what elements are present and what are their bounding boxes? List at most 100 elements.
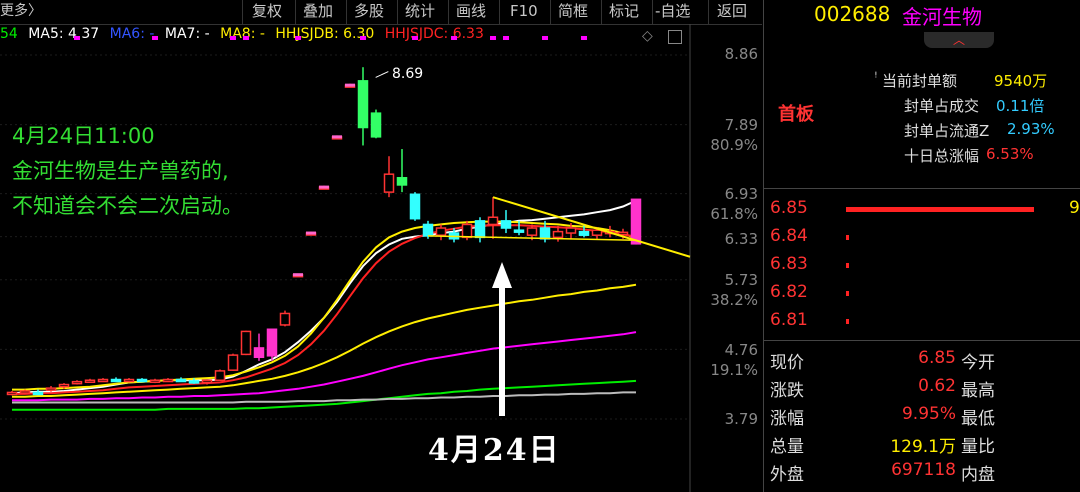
quote-label: 最高	[961, 381, 995, 401]
seal-amount-value: 9540万	[994, 72, 1048, 90]
candle-body	[474, 220, 486, 239]
candle-body	[279, 312, 291, 326]
signal-mark	[74, 36, 80, 40]
candle-body	[97, 378, 109, 383]
price-tick: 3.79	[724, 410, 758, 428]
collapse-chevron-icon[interactable]: ︿	[924, 32, 994, 48]
toolbar-separator	[601, 0, 602, 24]
ma-line-hhjsjdc	[12, 224, 637, 395]
high-pointer	[375, 70, 389, 78]
quote-label: 内盘	[961, 465, 995, 485]
more-button[interactable]: 更多〉	[0, 0, 42, 24]
quote-label: 涨跌	[770, 381, 804, 401]
seal-vs-float-value: 2.93%	[1007, 120, 1055, 138]
candle-body	[435, 227, 447, 236]
quote-label: 外盘	[770, 465, 804, 485]
candle-body	[552, 230, 564, 239]
toolbar-separator	[652, 0, 653, 24]
price-tick: 4.76	[724, 341, 758, 359]
candle-body	[565, 227, 577, 234]
quote-panel: 002688 金河生物 ︿ 首板 ꜝ 当前封单额 9540万 封单占成交 0.1…	[763, 0, 1080, 492]
quote-label: 最低	[961, 409, 995, 429]
candle-body	[19, 390, 31, 394]
seal-amount-label: 当前封单额	[882, 72, 958, 90]
quote-value: 697118	[891, 460, 956, 480]
price-tick: 5.73	[724, 271, 758, 289]
candle-body	[123, 378, 135, 383]
bid-price: 6.85	[770, 198, 808, 218]
multi-stock-button[interactable]: 多股	[354, 0, 384, 24]
high-marker-value: 8.69	[392, 66, 424, 82]
candle-body	[214, 370, 226, 381]
draw-line-button[interactable]: 画线	[456, 0, 486, 24]
toolbar-separator	[448, 0, 449, 24]
toolbar-separator	[499, 0, 500, 24]
candle-body	[370, 112, 382, 138]
candle-body	[253, 347, 265, 359]
candle-body	[71, 380, 83, 385]
bid-price: 6.83	[770, 254, 808, 274]
seal-vs-volume-value: 0.11倍	[996, 97, 1045, 115]
return-button[interactable]: 返回	[717, 0, 747, 24]
candle-body	[227, 354, 239, 371]
annotation-time: 4月24日11:00	[12, 124, 155, 148]
seal-vs-float-label: 封单占流通Z	[904, 122, 990, 140]
candle-body	[630, 198, 642, 245]
bid-volume-bar	[846, 291, 849, 296]
price-tick: 8.86	[724, 45, 758, 63]
bid-volume-bar	[846, 235, 849, 240]
candle-body	[266, 328, 278, 357]
toolbar-separator	[708, 0, 709, 24]
restore-rights-button[interactable]: 复权	[252, 0, 282, 24]
ma-line-hhjsjdb	[12, 220, 637, 391]
candle-body	[617, 231, 629, 236]
kline-chart	[0, 24, 691, 492]
candle-body	[422, 223, 434, 237]
candle-body	[201, 379, 213, 384]
limit-up-mark	[293, 273, 303, 277]
toolbar-separator	[346, 0, 347, 24]
limit-up-mark	[319, 185, 329, 189]
price-tick: 6.93	[724, 185, 758, 203]
bid-price: 6.84	[770, 226, 808, 246]
candle-body	[162, 378, 174, 383]
f10-button[interactable]: F10	[510, 0, 538, 24]
bid-volume-bar	[846, 319, 849, 324]
candle-body	[591, 229, 603, 236]
bid-price: 6.81	[770, 310, 808, 330]
up-arrow-icon	[492, 262, 512, 416]
toolbar: 更多〉 复权 叠加 多股 统计 画线 F10 简框 标记 -自选 返回	[0, 0, 762, 25]
signal-mark	[451, 36, 457, 40]
toolbar-separator	[550, 0, 551, 24]
candle-body	[500, 220, 512, 229]
pin-icon: ꜝ	[874, 70, 878, 86]
pct-tick: 61.8%	[710, 205, 758, 223]
price-tick: 6.33	[724, 230, 758, 248]
candle-body	[45, 387, 57, 391]
simple-frame-button[interactable]: 简框	[558, 0, 588, 24]
board-label: 首板	[778, 104, 814, 125]
candle-body	[396, 177, 408, 186]
signal-mark	[503, 36, 509, 40]
quote-label: 今开	[961, 353, 995, 373]
trendline-upper	[492, 196, 691, 258]
pct-tick: 19.1%	[710, 361, 758, 379]
signal-mark	[581, 36, 587, 40]
quote-label: 现价	[770, 353, 804, 373]
bid-volume-bar	[846, 207, 1034, 212]
statistics-button[interactable]: 统计	[405, 0, 435, 24]
bid-volume-bar	[846, 263, 849, 268]
mark-button[interactable]: 标记	[609, 0, 639, 24]
stock-name: 金河生物	[902, 5, 982, 29]
signal-mark	[542, 36, 548, 40]
quote-value: 0.62	[918, 376, 956, 396]
remove-watchlist-button[interactable]: -自选	[655, 0, 690, 24]
ten-day-value: 6.53%	[986, 145, 1034, 163]
overlay-button[interactable]: 叠加	[303, 0, 333, 24]
limit-up-mark	[306, 231, 316, 235]
signal-mark	[412, 36, 418, 40]
seal-vs-volume-label: 封单占成交	[904, 97, 980, 115]
quote-label: 总量	[770, 437, 804, 457]
candle-body	[539, 227, 551, 240]
candle-body	[383, 173, 395, 193]
